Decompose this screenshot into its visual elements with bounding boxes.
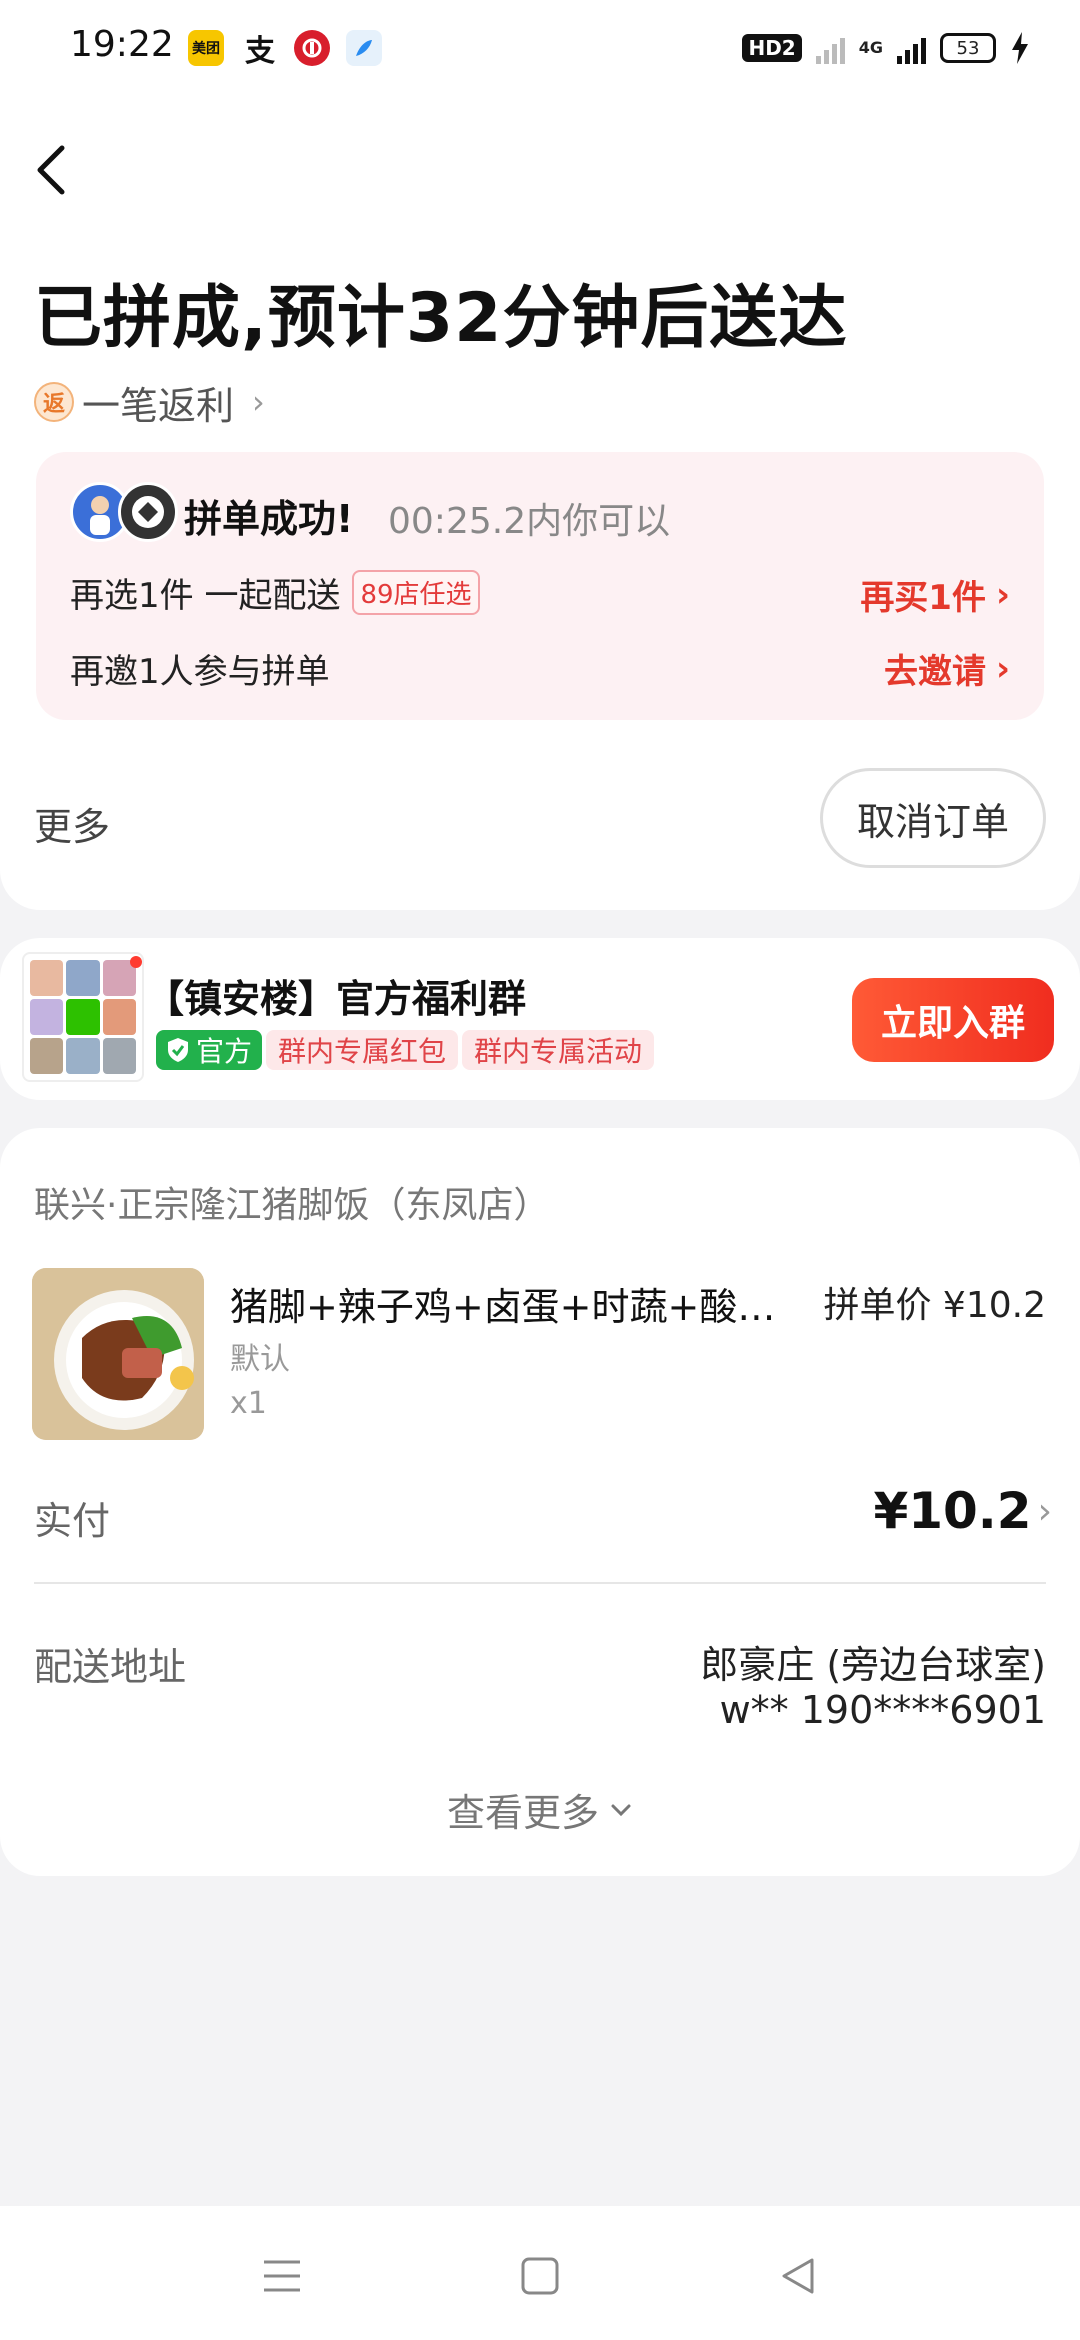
pin-success-text: 拼单成功! (184, 497, 354, 541)
bank-icon (294, 30, 330, 66)
signal-weak-icon (815, 32, 845, 64)
invite-row-label: 再邀1人参与拼单 (70, 652, 330, 692)
status-right-icons: HD2 4G 53 (742, 28, 1030, 68)
rebate-text: 一笔返利 (82, 383, 235, 428)
invite-label: 去邀请 (883, 652, 986, 692)
avatar (66, 1038, 100, 1074)
home-nav-button[interactable] (510, 2246, 570, 2306)
avatar (30, 1038, 64, 1074)
invite-button[interactable]: 去邀请 › (884, 644, 1010, 693)
paid-amount[interactable]: ¥10.2 › (873, 1482, 1052, 1540)
avatar (102, 1038, 136, 1074)
group-tag-red-packet: 群内专属红包 (266, 1030, 459, 1070)
store-choice-tag: 89店任选 (352, 570, 480, 615)
back-arrow-icon (37, 145, 65, 195)
group-tag-activity: 群内专属活动 (462, 1030, 655, 1070)
back-nav-button[interactable] (768, 2246, 828, 2306)
meituan-icon: 美团 (188, 30, 224, 66)
buy-one-more-button[interactable]: 再买1件 › (860, 570, 1010, 619)
notification-dot (130, 956, 142, 968)
food-image[interactable] (32, 1268, 204, 1440)
menu-icon (264, 2260, 300, 2292)
shop-name[interactable]: 联兴·正宗隆江猪脚饭（东凤店） (34, 1176, 549, 1228)
network-4g-icon: 4G (858, 38, 883, 57)
participant-avatars (70, 482, 182, 542)
back-triangle-icon (782, 2258, 814, 2294)
avatar (118, 482, 178, 542)
battery-icon: 53 (940, 33, 996, 63)
chevron-down-icon (611, 1804, 631, 1816)
avatar (30, 999, 64, 1035)
group-avatar-grid (22, 952, 144, 1082)
page-title: 已拼成,预计32分钟后送达 (34, 279, 848, 358)
add-item-label: 再选1件 一起配送 (70, 576, 341, 616)
see-more-label: 查看更多 (446, 1791, 599, 1835)
avatar (30, 960, 64, 996)
food-item-name: 猪脚+辣子鸡+卤蛋+时蔬+酸菜... (230, 1285, 800, 1329)
menu-nav-button[interactable] (252, 2246, 312, 2306)
feather-icon (346, 30, 382, 66)
add-item-row: 再选1件 一起配送 89店任选 (70, 568, 480, 617)
wechat-icon (66, 999, 100, 1035)
shield-check-icon (168, 1038, 188, 1062)
home-square-icon (521, 2257, 559, 2295)
paid-amount-value: ¥10.2 (873, 1482, 1032, 1540)
countdown-timer: 00:25.2内你可以 (388, 501, 671, 542)
food-item-quantity: x1 (230, 1386, 267, 1421)
chevron-right-icon: › (1037, 1490, 1052, 1532)
status-time: 19:22 (70, 24, 174, 65)
hd-icon: HD2 (742, 34, 802, 62)
avatar (102, 999, 136, 1035)
signal-strong-icon (897, 32, 926, 64)
food-item-spec: 默认 (230, 1342, 290, 1377)
avatar (66, 960, 100, 996)
chevron-right-icon: › (252, 383, 265, 421)
address-label: 配送地址 (34, 1645, 187, 1689)
official-tag-label: 官方 (196, 1035, 253, 1068)
paid-label: 实付 (34, 1499, 111, 1543)
group-title: 【镇安楼】官方福利群 (146, 977, 527, 1021)
address-main: 郎豪庄 (旁边台球室) (700, 1643, 1046, 1687)
address-contact: w** 190****6901 (719, 1688, 1046, 1732)
rebate-link[interactable]: 返 一笔返利 › (34, 378, 265, 428)
official-tag: 官方 (156, 1030, 263, 1070)
alipay-icon: 支 (245, 34, 275, 69)
chevron-right-icon: › (995, 574, 1010, 615)
rebate-icon: 返 (34, 382, 74, 422)
buy-one-more-label: 再买1件 (860, 578, 986, 618)
back-button[interactable] (28, 140, 78, 200)
charging-icon (1012, 32, 1028, 64)
see-more-button[interactable]: 查看更多 (0, 1782, 1080, 1837)
cancel-order-button[interactable]: 取消订单 (820, 768, 1046, 868)
chevron-right-icon: › (995, 648, 1010, 689)
divider (34, 1582, 1046, 1584)
more-options[interactable]: 更多 (34, 796, 110, 851)
join-group-button[interactable]: 立即入群 (852, 978, 1054, 1062)
food-item-price: 拼单价 ¥10.2 (823, 1285, 1046, 1326)
